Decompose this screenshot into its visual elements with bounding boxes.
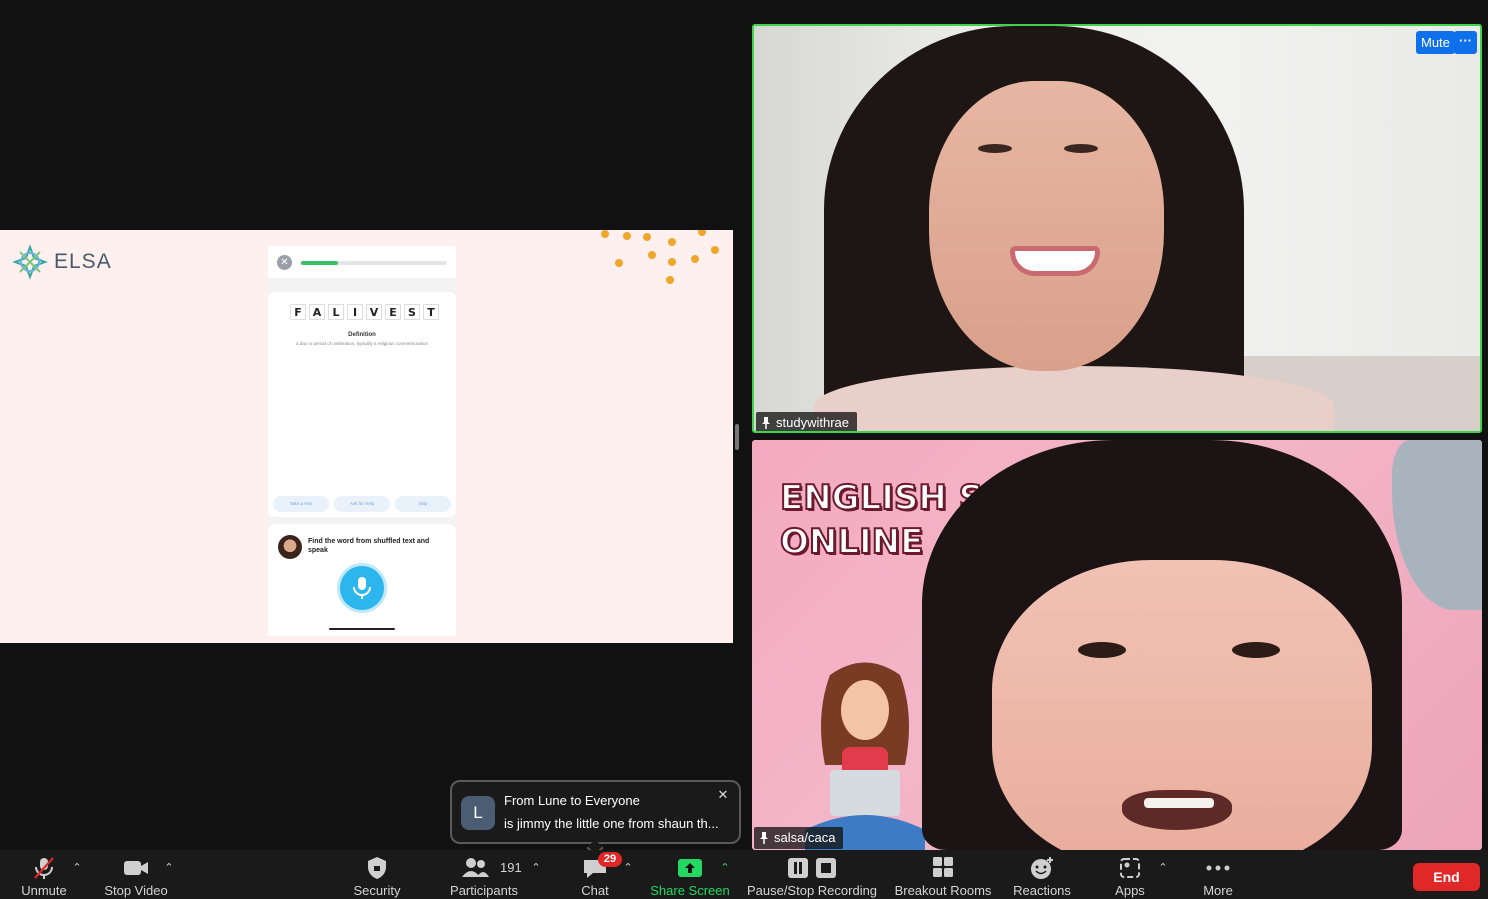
participant-name: studywithrae [776,415,849,430]
participant-eye [978,144,1012,153]
participant-mouth [1122,790,1232,830]
pause-stop-recording-button[interactable]: Pause/Stop Recording [745,850,879,899]
more-label: More [1203,883,1233,898]
chat-sender: From Lune to Everyone [504,793,640,808]
elsa-logo: ELSA [12,244,112,280]
participant-eye [1064,144,1098,153]
video-camera-icon [124,861,148,875]
breakout-rooms-button[interactable]: Breakout Rooms [890,850,996,899]
take-hint-button: Take a Hint [273,496,329,512]
hint-buttons: Take a Hint Ask for Help Skip [273,496,451,512]
more-button[interactable]: More [1194,850,1242,899]
letter-tile: S [404,304,420,320]
participants-count: 191 [500,860,522,875]
video-options-chevron-up-icon[interactable]: ⌃ [164,863,174,874]
apps-chevron-up-icon[interactable]: ⌃ [1158,863,1168,874]
home-indicator [329,628,395,630]
definition-text: a day or period of celebration, typicall… [295,341,429,346]
instruction-text: Find the word from shuffled text and spe… [308,538,430,554]
elsa-phone-mockup: ✕ FALIVEST Definition a day or period of… [268,246,456,636]
unmute-label: Unmute [21,883,67,898]
apps-label: Apps [1115,883,1145,898]
letter-tile: V [366,304,382,320]
shield-icon [368,857,386,879]
stop-video-label: Stop Video [104,883,168,898]
sender-avatar: L [461,796,495,830]
breakout-rooms-label: Breakout Rooms [894,883,992,898]
security-button[interactable]: Security [342,850,412,899]
participant-smile [1010,246,1100,276]
close-icon: ✕ [277,255,292,270]
background-decoration [1392,440,1482,610]
participant-teeth [1144,798,1214,808]
close-icon[interactable]: ✕ [715,787,731,803]
share-options-chevron-up-icon[interactable]: ⌃ [720,863,730,874]
apps-button[interactable]: Apps [1104,850,1156,899]
chat-label: Chat [581,883,609,898]
microphone-icon [353,577,371,599]
video-tile-salsa-caca[interactable]: ENGLISH SP ONLINE th salsa/caca [752,440,1482,850]
participant-eye [1232,642,1280,658]
decorative-dots [598,230,728,290]
audio-options-chevron-up-icon[interactable]: ⌃ [72,863,82,874]
participant-face [929,81,1164,371]
share-screen-label: Share Screen [650,883,730,898]
unmute-button[interactable]: Unmute [8,850,80,899]
breakout-rooms-icon [933,857,953,877]
stop-video-button[interactable]: Stop Video [98,850,174,899]
end-meeting-button[interactable]: End [1413,863,1480,891]
background-cartoon-character [805,662,925,850]
participants-icon [461,858,489,877]
pin-icon [760,832,768,844]
chat-unread-badge: 29 [598,852,622,867]
letter-tile: I [347,304,363,320]
recording-label: Pause/Stop Recording [746,883,878,898]
reactions-button[interactable]: Reactions [1008,850,1076,899]
participants-chevron-up-icon[interactable]: ⌃ [531,863,541,874]
meeting-toolbar: Unmute ⌃ Stop Video ⌃ Security 191 Parti… [0,850,1488,899]
share-screen-button[interactable]: Share Screen [648,850,732,899]
pause-stop-icons [788,858,836,878]
chat-notification[interactable]: L From Lune to Everyone is jimmy the lit… [450,780,741,857]
definition-title: Definition [348,332,376,338]
participants-label: Participants [450,883,518,898]
security-label: Security [353,883,401,898]
letter-tile: F [290,304,306,320]
lesson-progress-bar [301,261,447,265]
shuffled-letters: FALIVEST [290,304,439,320]
chat-chevron-up-icon[interactable]: ⌃ [623,863,633,874]
elsa-star-icon [12,244,48,280]
lesson-progress-fill [301,261,338,265]
shared-screen: ELSA ✕ FALIVEST Definition a day or peri… [0,230,733,643]
muted-microphone-icon [34,857,54,879]
letter-tile: T [423,304,439,320]
letter-tile: A [309,304,325,320]
pin-icon [762,417,770,429]
letter-tile: E [385,304,401,320]
mute-participant-button[interactable]: Mute [1416,31,1455,54]
microphone-button [340,566,384,610]
split-view-handle[interactable] [735,424,739,450]
apps-icon [1120,858,1140,878]
elsa-wordmark: ELSA [54,250,112,273]
video-tile-studywithrae[interactable]: Mute ··· studywithrae [752,24,1482,433]
participant-name-tag: salsa/caca [754,827,844,849]
chat-message-preview[interactable]: is jimmy the little one from shaun th... [504,816,734,831]
ask-help-button: Ask for Help [334,496,390,512]
participant-name-tag: studywithrae [756,412,857,431]
participant-eye [1078,642,1126,658]
participant-name: salsa/caca [774,830,836,845]
tutor-avatar [278,535,302,559]
chat-button[interactable]: 29 Chat [568,850,622,899]
reactions-label: Reactions [1013,883,1071,898]
word-card [268,292,456,517]
participants-button[interactable]: 191 Participants [445,850,523,899]
tile-more-options-button[interactable]: ··· [1454,31,1477,54]
more-dots-icon [1206,865,1230,871]
smiley-plus-icon [1031,857,1053,879]
share-screen-icon [678,859,702,877]
letter-tile: L [328,304,344,320]
meeting-stage: ELSA ✕ FALIVEST Definition a day or peri… [0,0,1488,857]
skip-button: Skip [395,496,451,512]
